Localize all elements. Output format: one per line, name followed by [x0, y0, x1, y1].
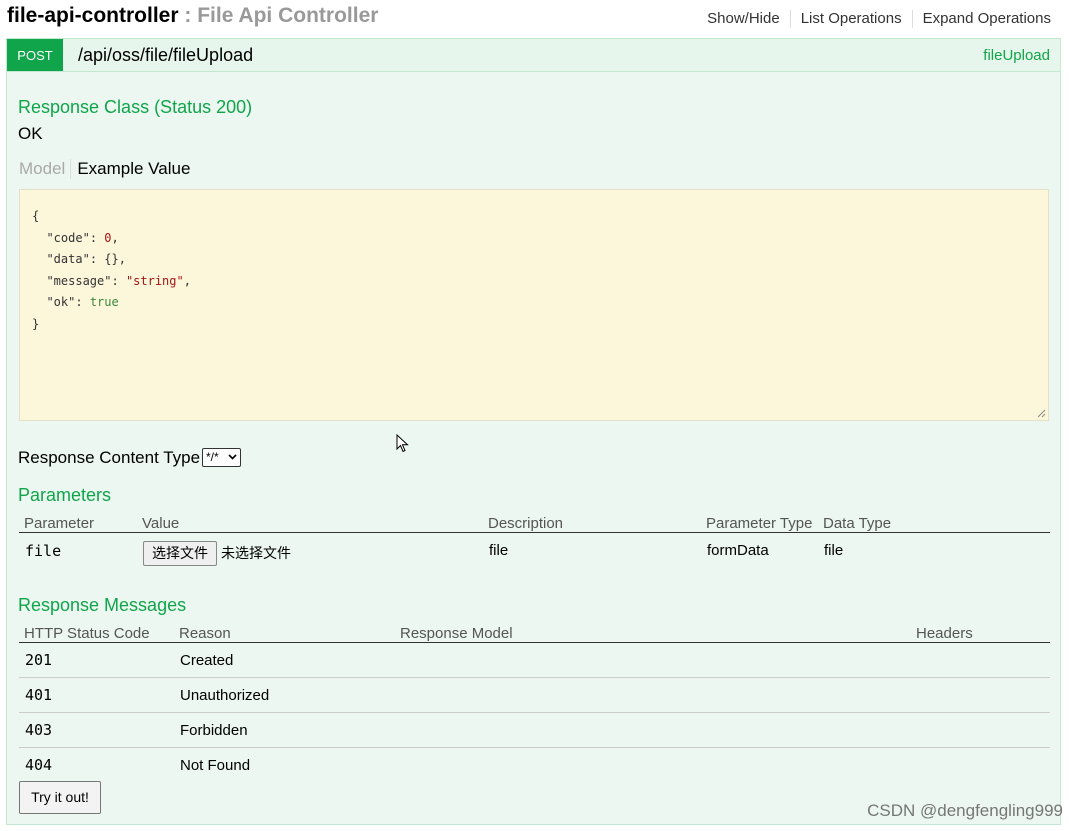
column-header: Reason: [179, 625, 231, 642]
mouse-cursor-icon: [396, 434, 409, 453]
parameter-type: formData: [707, 542, 769, 559]
controller-description: File Api Controller: [197, 4, 379, 27]
response-model: [395, 678, 911, 713]
parameter-row: file 选择文件 未选择文件 file formData file: [19, 533, 1050, 573]
column-header: Parameter Type: [706, 515, 813, 532]
json-comma: ,: [111, 230, 119, 245]
json-value: {}: [104, 252, 119, 266]
json-key: "message": [46, 273, 112, 288]
json-comma: ,: [118, 252, 126, 266]
status-code: 403: [25, 721, 53, 739]
selected-content-type: */*: [206, 450, 219, 464]
column-header: Description: [488, 515, 564, 532]
column-header: Headers: [916, 625, 973, 642]
status-code: 201: [25, 651, 53, 669]
response-model: [395, 748, 911, 783]
choose-file-button[interactable]: 选择文件: [143, 541, 217, 566]
controller-title[interactable]: file-api-controller : File Api Controlle…: [7, 4, 378, 28]
json-key: "code": [46, 230, 90, 245]
response-content-type-label: Response Content Type: [18, 448, 201, 467]
parameters-title: Parameters: [18, 485, 112, 505]
table-row: 401 Unauthorized: [19, 678, 1050, 713]
reason: Forbidden: [180, 721, 248, 739]
response-model: [395, 713, 911, 748]
response-content-type-select[interactable]: */*: [202, 448, 241, 467]
response-model: [395, 643, 911, 678]
headers: [911, 643, 1050, 678]
table-row: 201 Created: [19, 643, 1050, 678]
endpoint-path[interactable]: /api/oss/file/fileUpload: [78, 45, 253, 66]
response-messages-title: Response Messages: [18, 595, 187, 615]
operation-heading[interactable]: POST /api/oss/file/fileUpload fileUpload: [7, 39, 1060, 72]
response-messages-table: HTTP Status Code Reason Response Model H…: [19, 619, 1050, 782]
tab-example-value[interactable]: Example Value: [71, 159, 190, 179]
column-header: Parameter: [24, 515, 95, 532]
resource-links: Show/Hide List Operations Expand Operati…: [697, 10, 1061, 28]
watermark: CSDN @dengfengling999: [867, 801, 1063, 820]
response-class-title: Response Class (Status 200): [18, 97, 253, 117]
json-open-brace: {: [32, 209, 40, 223]
parameter-description: file: [489, 542, 509, 559]
column-header: Data Type: [823, 515, 892, 532]
table-row: 404 Not Found: [19, 748, 1050, 783]
parameter-data-type: file: [824, 542, 844, 559]
parameters-table: Parameter Value Description Parameter Ty…: [19, 509, 1050, 573]
operation-panel: POST /api/oss/file/fileUpload fileUpload…: [6, 38, 1061, 825]
json-comma: ,: [183, 273, 191, 288]
try-it-out-button[interactable]: Try it out!: [19, 781, 101, 814]
json-field-data: "data": {},: [46, 252, 126, 266]
status-code: 401: [25, 686, 53, 704]
model-tabs: Model Example Value: [19, 159, 190, 179]
column-header: HTTP Status Code: [24, 625, 150, 642]
json-value: "string": [125, 273, 184, 288]
chevron-down-icon: [228, 454, 237, 460]
json-value: 0: [104, 230, 112, 245]
headers: [911, 678, 1050, 713]
operation-id-link[interactable]: fileUpload: [983, 47, 1050, 64]
resize-handle-icon[interactable]: [1037, 409, 1046, 418]
table-row: 403 Forbidden: [19, 713, 1050, 748]
response-class-value: OK: [18, 124, 43, 143]
expand-operations-link[interactable]: Expand Operations: [911, 10, 1061, 28]
column-header: Value: [142, 515, 180, 532]
tab-model[interactable]: Model: [19, 159, 72, 179]
reason: Unauthorized: [180, 686, 270, 704]
json-field-message: "message": "string",: [46, 273, 191, 288]
example-value-textarea[interactable]: { "code": 0, "data": {}, "message": "str…: [19, 189, 1049, 421]
show-hide-link[interactable]: Show/Hide: [697, 10, 790, 28]
reason: Not Found: [180, 756, 251, 774]
headers: [911, 748, 1050, 783]
no-file-chosen-text: 未选择文件: [221, 545, 291, 561]
headers: [911, 713, 1050, 748]
json-field-code: "code": 0,: [46, 230, 119, 245]
status-code: 404: [25, 756, 53, 774]
reason: Created: [180, 651, 234, 669]
controller-separator: :: [178, 4, 198, 27]
json-field-ok: "ok": true: [46, 295, 119, 309]
column-header: Response Model: [400, 625, 513, 642]
controller-name[interactable]: file-api-controller: [7, 4, 179, 27]
json-key: "data": [46, 252, 90, 266]
parameter-name: file: [25, 542, 62, 560]
http-method-badge[interactable]: POST: [7, 39, 63, 71]
list-operations-link[interactable]: List Operations: [789, 10, 912, 28]
resource-header: file-api-controller : File Api Controlle…: [0, 0, 1079, 38]
parameter-value-cell: 选择文件 未选择文件: [137, 533, 483, 573]
json-close-brace: }: [32, 316, 40, 331]
json-key: "ok": [46, 295, 76, 309]
json-value: true: [89, 295, 119, 309]
